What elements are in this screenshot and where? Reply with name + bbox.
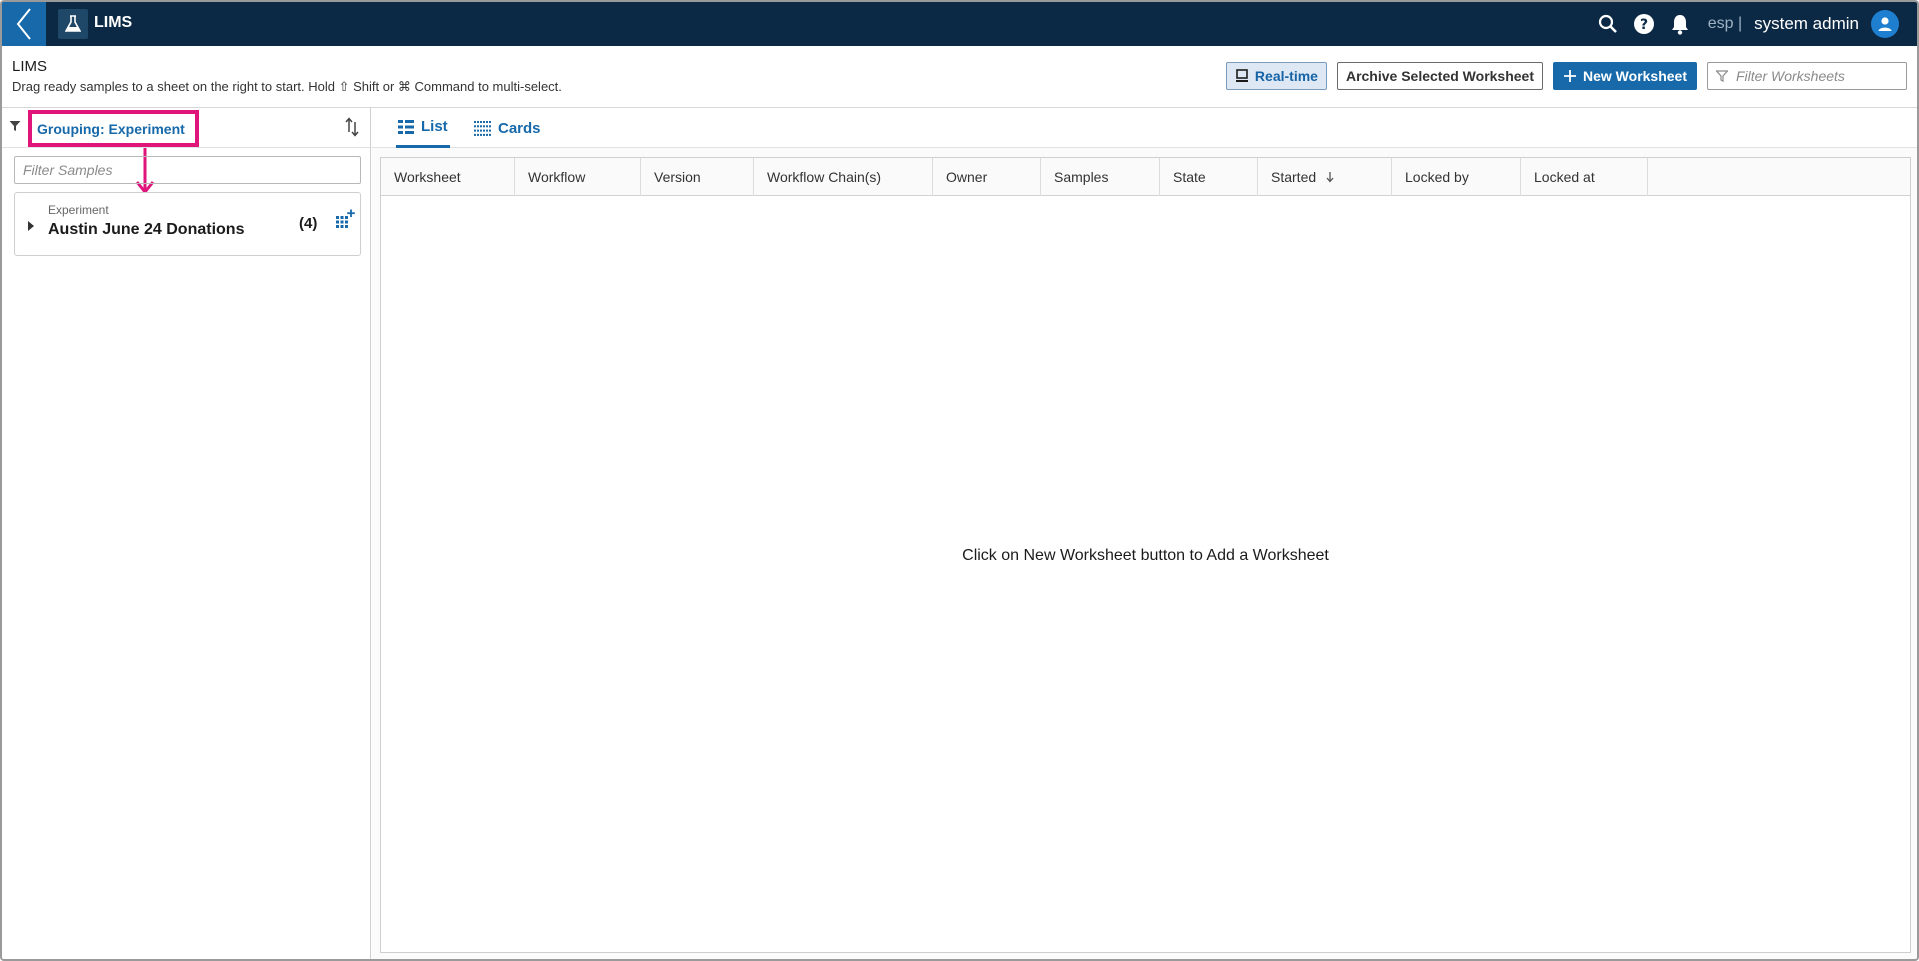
grouping-selector[interactable]: Grouping: Experiment (28, 110, 199, 147)
page-hint: Drag ready samples to a sheet on the rig… (12, 79, 562, 94)
new-worksheet-button[interactable]: New Worksheet (1553, 62, 1697, 90)
top-right-tools: ? esp | system admin (1596, 2, 1899, 46)
column-label: State (1173, 169, 1206, 185)
experiment-group-card[interactable]: Experiment Austin June 24 Donations (4) (14, 192, 361, 256)
avatar[interactable] (1871, 10, 1899, 38)
grouping-label: Grouping: Experiment (37, 120, 185, 137)
svg-text:?: ? (1640, 17, 1648, 33)
column-label: Locked at (1534, 169, 1595, 185)
filter-samples-input[interactable]: Filter Samples (14, 156, 361, 184)
realtime-label: Real-time (1254, 68, 1318, 84)
app-logo (58, 9, 88, 39)
monitor-icon (1235, 69, 1248, 82)
worksheets-panel: List Cards Worksheet Workflow Version Wo… (372, 108, 1917, 959)
column-label: Samples (1054, 169, 1109, 185)
archive-label: Archive Selected Worksheet (1345, 68, 1534, 84)
search-icon[interactable] (1596, 12, 1620, 36)
tab-list[interactable]: List (396, 108, 450, 148)
view-tabs: List Cards (372, 108, 1917, 148)
header-actions: Real-time Archive Selected Worksheet New… (1225, 62, 1907, 90)
column-header-locked-at[interactable]: Locked at (1521, 158, 1648, 196)
cards-grid-icon (474, 120, 491, 136)
column-header-version[interactable]: Version (641, 158, 754, 196)
column-label: Owner (946, 169, 988, 185)
column-header-started[interactable]: Started (1258, 158, 1392, 196)
user-icon (1878, 17, 1892, 31)
column-label: Workflow (528, 169, 586, 185)
back-button[interactable] (2, 2, 46, 46)
empty-table-message: Click on New Worksheet button to Add a W… (962, 547, 1329, 564)
column-label: Worksheet (394, 169, 461, 185)
tenant-label: esp | (1707, 15, 1743, 32)
funnel-icon[interactable] (9, 120, 21, 132)
realtime-button[interactable]: Real-time (1225, 62, 1327, 90)
worksheets-table: Worksheet Workflow Version Workflow Chai… (380, 157, 1911, 953)
tab-cards[interactable]: Cards (472, 108, 543, 148)
page-title: LIMS (12, 58, 48, 75)
caret-right-icon[interactable] (27, 221, 35, 231)
tab-list-label: List (421, 118, 448, 135)
user-name[interactable]: system admin (1754, 14, 1859, 34)
chevron-left-icon (16, 8, 31, 40)
column-label: Locked by (1405, 169, 1469, 185)
column-header-worksheet[interactable]: Worksheet (381, 158, 515, 196)
column-header-workflow-chains[interactable]: Workflow Chain(s) (754, 158, 933, 196)
flask-icon (65, 15, 81, 32)
group-sample-count: (4) (299, 215, 318, 232)
sort-icon[interactable] (344, 116, 360, 138)
app-name: LIMS (94, 14, 133, 31)
column-header-workflow[interactable]: Workflow (515, 158, 641, 196)
bell-icon[interactable] (1668, 12, 1692, 36)
column-header-owner[interactable]: Owner (933, 158, 1041, 196)
group-type-label: Experiment (48, 203, 109, 217)
group-name: Austin June 24 Donations (48, 221, 245, 238)
column-label: Version (654, 169, 701, 185)
column-label: Started (1271, 169, 1317, 185)
tab-cards-label: Cards (498, 119, 541, 137)
filter-worksheets-placeholder: Filter Worksheets (1736, 68, 1845, 84)
funnel-icon (1716, 70, 1728, 82)
table-header: Worksheet Workflow Version Workflow Chai… (381, 158, 1910, 196)
archive-selected-worksheet-button[interactable]: Archive Selected Worksheet (1336, 62, 1543, 90)
column-header-samples[interactable]: Samples (1041, 158, 1160, 196)
help-icon[interactable]: ? (1632, 12, 1656, 36)
plus-icon (1564, 70, 1576, 82)
sort-descending-icon (1326, 172, 1334, 183)
app-window: LIMS ? esp | system admin LIMS Drag read… (0, 0, 1919, 961)
list-icon (398, 119, 414, 134)
new-worksheet-label: New Worksheet (1583, 68, 1687, 84)
column-header-locked-by[interactable]: Locked by (1392, 158, 1521, 196)
page-header: LIMS Drag ready samples to a sheet on th… (2, 46, 1917, 108)
add-to-worksheet-grid-icon[interactable] (335, 209, 355, 229)
samples-panel: Grouping: Experiment Filter Samples Expe… (2, 108, 371, 959)
top-bar: LIMS ? esp | system admin (2, 2, 1917, 46)
column-header-state[interactable]: State (1160, 158, 1258, 196)
filter-worksheets-input[interactable]: Filter Worksheets (1707, 62, 1907, 90)
samples-toolbar: Grouping: Experiment (2, 108, 370, 148)
column-label: Workflow Chain(s) (767, 169, 882, 185)
filter-samples-placeholder: Filter Samples (23, 162, 113, 178)
